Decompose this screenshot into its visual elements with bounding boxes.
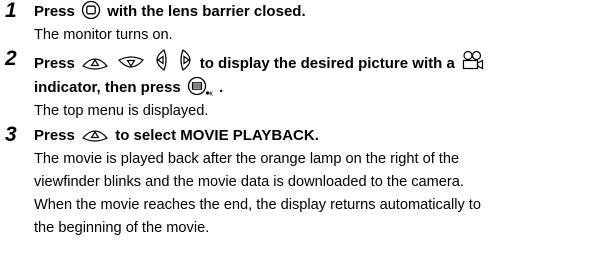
step-instruction: indicator, then press K . [34,76,616,100]
step-1: 1 Press with the lens barrier closed. Th… [0,0,616,47]
arrow-up-button-icon [81,126,109,144]
instruction-text: with the lens barrier closed. [107,3,306,20]
step-instruction: Press to select MOVIE PLAYBACK. [34,124,616,148]
svg-text:K: K [209,91,213,96]
instruction-text: indicator, then press [34,79,181,96]
arrow-left-button-icon [153,48,169,72]
step-2: 2 Press to display the desired picture w… [0,48,616,123]
arrow-right-button-icon [178,48,194,72]
instruction-text: Press [34,127,75,144]
step-number: 1 [5,0,17,22]
step-description: The monitor turns on. [34,27,173,43]
step-description: The top menu is displayed. [34,103,209,119]
step-description-line: the beginning of the movie. [34,220,210,236]
step-number: 2 [5,47,17,70]
instruction-steps: 1 Press with the lens barrier closed. Th… [0,0,616,240]
step-description-line: When the movie reaches the end, the disp… [34,197,481,213]
instruction-text: Press [34,55,75,72]
instruction-text: to select MOVIE PLAYBACK. [115,127,319,144]
arrow-down-button-icon [117,54,145,72]
ok-menu-button-icon: K [187,76,213,96]
movie-indicator-icon [461,50,485,72]
instruction-text: . [219,79,224,96]
step-instruction: Press with the lens barrier closed. [34,0,616,24]
step-description-line: The movie is played back after the orang… [34,151,460,167]
instruction-text: to display the desired picture with a [199,55,455,72]
step-instruction: Press to display the desired picture wit… [34,48,616,76]
monitor-button-icon [81,0,101,20]
step-3: 3 Press to select MOVIE PLAYBACK. The mo… [0,124,616,240]
instruction-text: Press [34,3,75,20]
step-description-line: viewfinder blinks and the movie data is … [34,174,464,190]
arrow-up-button-icon [81,54,109,72]
step-number: 3 [5,123,17,146]
